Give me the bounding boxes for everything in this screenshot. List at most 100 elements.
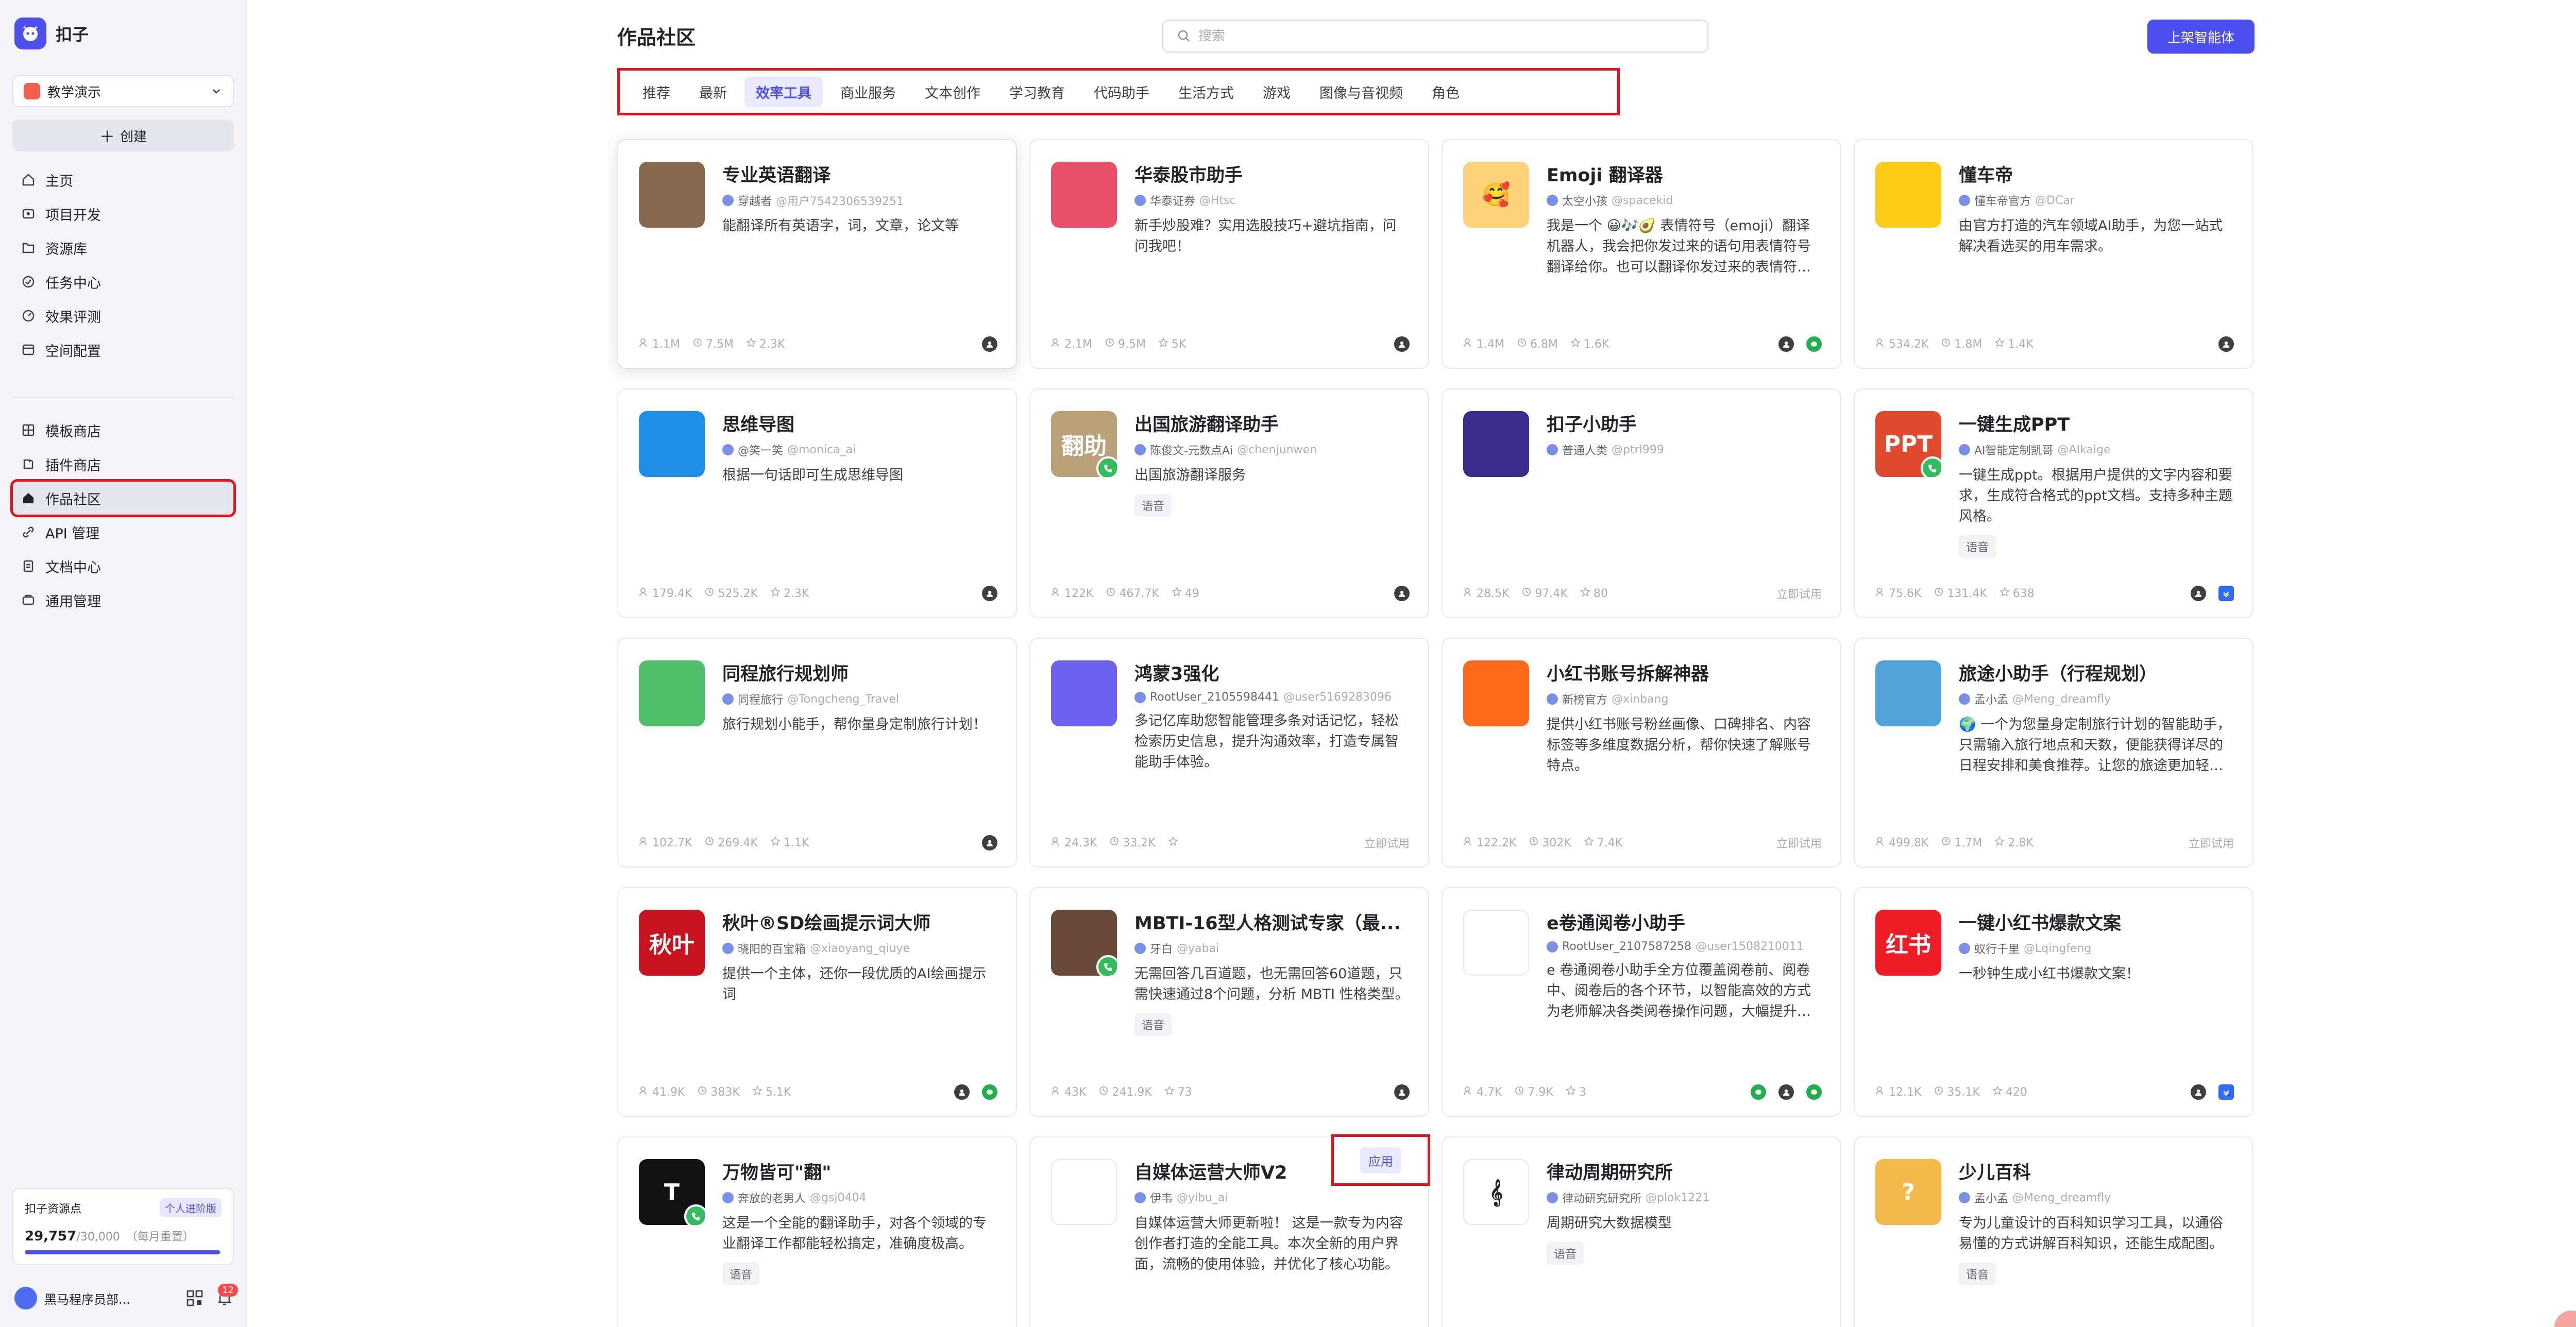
agent-author[interactable]: @笑一笑 @monica_ai xyxy=(722,441,997,458)
sidebar-item-space-config[interactable]: 空间配置 xyxy=(12,333,234,367)
agent-author[interactable]: 懂车帝官方 @DCar xyxy=(1959,192,2234,209)
star-count[interactable]: 49 xyxy=(1171,587,1199,600)
agent-author[interactable]: 孟小孟 @Meng_dreamfly xyxy=(1959,691,2234,707)
try-now-link[interactable]: 立即试用 xyxy=(1776,835,1822,851)
agent-card[interactable]: 扣子小助手 普通人类 @ptrl999 28.5K 97.4K 80 立即试用 xyxy=(1442,388,1841,618)
search-input[interactable] xyxy=(1198,28,1694,44)
agent-author[interactable]: 陈俊文-元数点Ai @chenjunwen xyxy=(1134,441,1410,458)
agent-card[interactable]: 红书 一键小红书爆款文案 蚁行千里 @Lqingfeng 一秒钟生成小红书爆款文… xyxy=(1854,887,2253,1117)
agent-card[interactable]: 秋叶 秋叶®SD绘画提示词大师 晓阳的百宝箱 @xiaoyang_qiuye 提… xyxy=(617,887,1017,1117)
publish-agent-button[interactable]: 上架智能体 xyxy=(2147,20,2255,54)
agent-author[interactable]: 普通人类 @ptrl999 xyxy=(1547,441,1822,458)
star-count[interactable]: 638 xyxy=(1999,587,2035,600)
star-count[interactable]: 2.3K xyxy=(770,587,809,600)
sidebar-item-home[interactable]: 主页 xyxy=(12,163,234,197)
agent-card[interactable]: 翻助 出国旅游翻译助手 陈俊文-元数点Ai @chenjunwen 出国旅游翻译… xyxy=(1029,388,1429,618)
agent-card[interactable]: PPT 一键生成PPT AI智能定制凯哥 @AIkaige 一键生成ppt。根据… xyxy=(1854,388,2253,618)
star-count[interactable]: 3 xyxy=(1565,1085,1586,1099)
agent-card[interactable]: 鸿蒙3强化 RootUser_2105598441 @user516928309… xyxy=(1029,638,1429,867)
star-count[interactable] xyxy=(1167,836,1181,849)
star-count[interactable]: 7.4K xyxy=(1583,836,1622,849)
tab-7[interactable]: 生活方式 xyxy=(1167,77,1245,107)
agent-card[interactable]: 🥰 Emoji 翻译器 太空小孩 @spacekid 我是一个 😀🎶🥑 表情符号… xyxy=(1442,139,1841,369)
tab-6[interactable]: 代码助手 xyxy=(1082,77,1161,107)
search-box[interactable] xyxy=(1162,20,1708,53)
try-now-link[interactable]: 立即试用 xyxy=(2189,835,2234,851)
star-count[interactable]: 5.1K xyxy=(752,1085,791,1099)
sidebar-item-library[interactable]: 资源库 xyxy=(12,231,234,265)
agent-card[interactable]: MBTI-16型人格测试专家（最... 牙白 @yabai 无需回答几百道题，也… xyxy=(1029,887,1429,1117)
sidebar-item-project[interactable]: 项目开发 xyxy=(12,197,234,231)
agent-card[interactable]: ? 少儿百科 孟小孟 @Meng_dreamfly 专为儿童设计的百科知识学习工… xyxy=(1854,1136,2253,1327)
workspace-select[interactable]: 教学演示 xyxy=(12,75,234,107)
sidebar-item-plugin[interactable]: 插件商店 xyxy=(12,447,234,481)
agent-description: 一秒钟生成小红书爆款文案！ xyxy=(1959,966,2140,982)
star-count[interactable]: 1.4K xyxy=(1994,337,2033,351)
tab-1[interactable]: 最新 xyxy=(688,77,738,107)
agent-card[interactable]: 小红书账号拆解神器 新榜官方 @xinbang 提供小红书账号粉丝画像、口碑排名… xyxy=(1442,638,1841,867)
qr-code-icon[interactable] xyxy=(183,1287,206,1309)
tab-3[interactable]: 商业服务 xyxy=(829,77,907,107)
notification-bell-icon[interactable]: 12 xyxy=(213,1284,238,1309)
tab-9[interactable]: 图像与音视频 xyxy=(1308,77,1414,107)
brand[interactable]: 扣子 xyxy=(14,18,89,49)
agent-card-footer: 179.4K 525.2K 2.3K xyxy=(639,584,997,603)
agent-card[interactable]: 思维导图 @笑一笑 @monica_ai 根据一句话即可生成思维导图 179.4… xyxy=(617,388,1017,618)
user-name[interactable]: 黑马程序员部... xyxy=(44,1289,176,1307)
try-now-link[interactable]: 立即试用 xyxy=(1364,835,1410,851)
create-button[interactable]: ＋ 创建 xyxy=(12,120,234,151)
sidebar-item-api[interactable]: API 管理 xyxy=(12,515,234,549)
agent-author[interactable]: 律动研究研究所 @plok1221 xyxy=(1547,1189,1822,1206)
agent-author[interactable]: 蚁行千里 @Lqingfeng xyxy=(1959,940,2234,957)
agent-card[interactable]: 华泰股市助手 华泰证券 @Htsc 新手炒股难？实用选股技巧+避坑指南，问问我吧… xyxy=(1029,139,1429,369)
agent-author[interactable]: RootUser_2107587258 @user1508210011 xyxy=(1547,940,1822,953)
agent-title: 旅途小助手（行程规划） xyxy=(1959,664,2158,685)
tab-5[interactable]: 学习教育 xyxy=(998,77,1076,107)
agent-card[interactable]: e卷通阅卷小助手 RootUser_2107587258 @user150821… xyxy=(1442,887,1841,1117)
star-count[interactable]: 5K xyxy=(1158,337,1186,351)
agent-author[interactable]: 孟小孟 @Meng_dreamfly xyxy=(1959,1189,2234,1206)
sidebar-item-doc[interactable]: 文档中心 xyxy=(12,549,234,583)
agent-card[interactable]: 𝄞 律动周期研究所 律动研究研究所 @plok1221 周期研究大数据模型 语音 xyxy=(1442,1136,1841,1327)
star-count[interactable]: 1.6K xyxy=(1570,337,1609,351)
sidebar-item-eval[interactable]: 效果评测 xyxy=(12,299,234,333)
agent-author[interactable]: 太空小孩 @spacekid xyxy=(1547,192,1822,209)
run-count: 33.2K xyxy=(1109,836,1156,849)
sidebar-item-community[interactable]: 作品社区 xyxy=(10,479,236,517)
agent-card[interactable]: 懂车帝 懂车帝官方 @DCar 由官方打造的汽车领域AI助手，为您一站式解决看选… xyxy=(1854,139,2253,369)
star-count[interactable]: 2.8K xyxy=(1994,836,2033,849)
star-count[interactable]: 80 xyxy=(1580,587,1608,600)
agent-card[interactable]: T 万物皆可"翻" 奔放的老男人 @gsj0404 这是一个全能的翻译助手，对各… xyxy=(617,1136,1017,1327)
plan-badge[interactable]: 个人进阶版 xyxy=(160,1198,222,1217)
agent-card[interactable]: 旅途小助手（行程规划） 孟小孟 @Meng_dreamfly 🌍 一个为您量身定… xyxy=(1854,638,2253,867)
agent-author[interactable]: 伊韦 @yibu_ai xyxy=(1134,1189,1410,1206)
sidebar-item-template[interactable]: 模板商店 xyxy=(12,413,234,447)
tab-2[interactable]: 效率工具 xyxy=(744,76,823,107)
agent-author[interactable]: 奔放的老男人 @gsj0404 xyxy=(722,1189,997,1206)
star-count[interactable]: 73 xyxy=(1164,1085,1192,1099)
agent-author[interactable]: 同程旅行 @Tongcheng_Travel xyxy=(722,691,997,707)
agent-author[interactable]: 新榜官方 @xinbang xyxy=(1547,691,1822,707)
try-now-link[interactable]: 立即试用 xyxy=(1776,585,1822,602)
tab-10[interactable]: 角色 xyxy=(1420,77,1471,107)
agent-author[interactable]: 晓阳的百宝箱 @xiaoyang_qiuye xyxy=(722,940,997,957)
app-type-chip[interactable]: 应用 xyxy=(1331,1134,1430,1186)
floating-assistant-button[interactable] xyxy=(2554,1311,2576,1327)
agent-card[interactable]: 同程旅行规划师 同程旅行 @Tongcheng_Travel 旅行规划小能手，帮… xyxy=(617,638,1017,867)
agent-author[interactable]: RootUser_2105598441 @user5169283096 xyxy=(1134,691,1410,704)
tab-0[interactable]: 推荐 xyxy=(631,77,682,107)
agent-author[interactable]: AI智能定制凯哥 @AIkaige xyxy=(1959,441,2234,458)
user-avatar[interactable] xyxy=(14,1287,37,1309)
agent-author[interactable]: 穿越者 @用户7542306539251 xyxy=(722,192,997,209)
star-count[interactable]: 1.1K xyxy=(770,836,809,849)
star-count[interactable]: 420 xyxy=(1992,1085,2027,1099)
agent-author[interactable]: 牙白 @yabai xyxy=(1134,940,1410,957)
tab-8[interactable]: 游戏 xyxy=(1251,77,1302,107)
sidebar-item-manage[interactable]: 通用管理 xyxy=(12,583,234,617)
sidebar-item-task[interactable]: 任务中心 xyxy=(12,265,234,299)
agent-card[interactable]: 专业英语翻译 穿越者 @用户7542306539251 能翻译所有英语字，词，文… xyxy=(617,139,1017,369)
tab-4[interactable]: 文本创作 xyxy=(913,77,992,107)
agent-author[interactable]: 华泰证券 @Htsc xyxy=(1134,192,1410,209)
quota-panel[interactable]: 扣子资源点 个人进阶版 29,757/30,000 （每月重置） xyxy=(12,1188,234,1265)
star-count[interactable]: 2.3K xyxy=(746,337,785,351)
